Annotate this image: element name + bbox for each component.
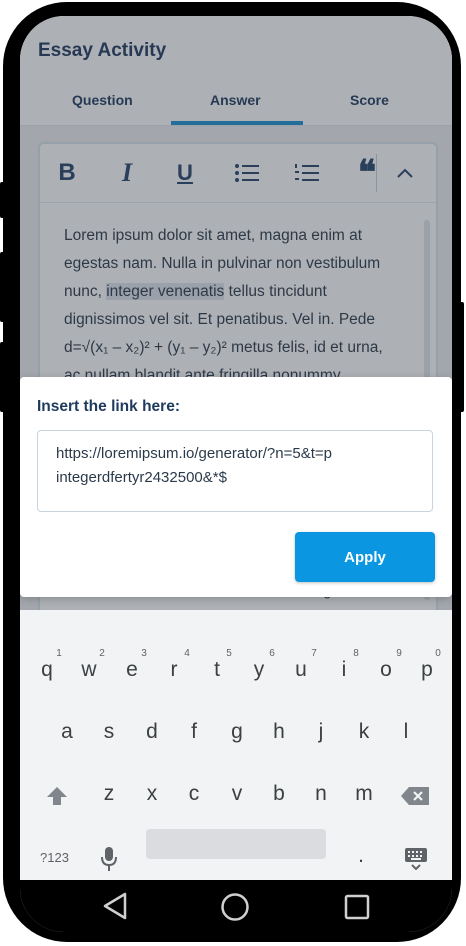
url-text-line: https://loremipsum.io/generator/?n=5&t=p <box>56 445 332 462</box>
key-j[interactable]: j <box>306 720 336 744</box>
spacebar-key[interactable] <box>146 829 326 859</box>
home-button[interactable] <box>220 892 250 927</box>
key-u[interactable]: u <box>286 658 316 682</box>
key-t[interactable]: t <box>202 658 232 682</box>
keyboard-icon <box>405 848 427 871</box>
key-n[interactable]: n <box>306 782 336 806</box>
key-z[interactable]: z <box>94 782 124 806</box>
key-k[interactable]: k <box>349 720 379 744</box>
key-m[interactable]: m <box>349 782 379 806</box>
shift-key[interactable] <box>46 786 68 811</box>
apply-button[interactable]: Apply <box>295 532 435 582</box>
insert-link-dialog: Insert the link here: https://loremipsum… <box>20 377 452 597</box>
hide-keyboard-key[interactable] <box>404 846 428 875</box>
key-p[interactable]: p <box>412 658 442 682</box>
key-y[interactable]: y <box>244 658 274 682</box>
key-i[interactable]: i <box>329 658 359 682</box>
power-button <box>459 302 464 412</box>
key-a[interactable]: a <box>52 720 82 744</box>
key-q[interactable]: q <box>32 658 62 682</box>
recents-button[interactable] <box>344 894 370 925</box>
key-g[interactable]: g <box>222 720 252 744</box>
key-r[interactable]: r <box>159 658 189 682</box>
recents-square-icon <box>344 894 370 920</box>
phone-frame: Essay Activity Question Answer Score B I… <box>0 2 464 942</box>
shift-icon <box>47 787 67 805</box>
key-v[interactable]: v <box>222 782 252 806</box>
microphone-icon <box>101 847 117 871</box>
key-h[interactable]: h <box>264 720 294 744</box>
back-button[interactable] <box>102 892 128 925</box>
key-l[interactable]: l <box>391 720 421 744</box>
volume-up-button <box>0 252 5 322</box>
key-f[interactable]: f <box>179 720 209 744</box>
key-w[interactable]: w <box>74 658 104 682</box>
screen: Essay Activity Question Answer Score B I… <box>20 16 452 932</box>
side-button-top <box>0 182 5 218</box>
home-circle-icon <box>221 893 249 921</box>
dialog-title: Insert the link here: <box>37 398 180 415</box>
key-s[interactable]: s <box>94 720 124 744</box>
virtual-keyboard: 1 q 2 w 3 e 4 r 5 t 6 y 7 u 8 i 9 o 0 p … <box>20 610 452 880</box>
back-triangle-icon <box>103 892 127 920</box>
symbols-key[interactable]: ?123 <box>40 850 69 865</box>
system-navigation-bar <box>20 880 452 932</box>
period-key[interactable]: . <box>346 844 376 868</box>
volume-down-button <box>0 342 5 412</box>
backspace-key[interactable] <box>400 786 430 811</box>
key-o[interactable]: o <box>371 658 401 682</box>
url-text-line: integerdfertyr2432500&*$ <box>56 469 227 486</box>
key-d[interactable]: d <box>137 720 167 744</box>
key-b[interactable]: b <box>264 782 294 806</box>
key-x[interactable]: x <box>137 782 167 806</box>
key-e[interactable]: e <box>117 658 147 682</box>
backspace-icon <box>401 787 429 805</box>
voice-input-key[interactable] <box>100 846 118 877</box>
link-url-input[interactable]: https://loremipsum.io/generator/?n=5&t=p… <box>37 430 433 512</box>
key-c[interactable]: c <box>179 782 209 806</box>
